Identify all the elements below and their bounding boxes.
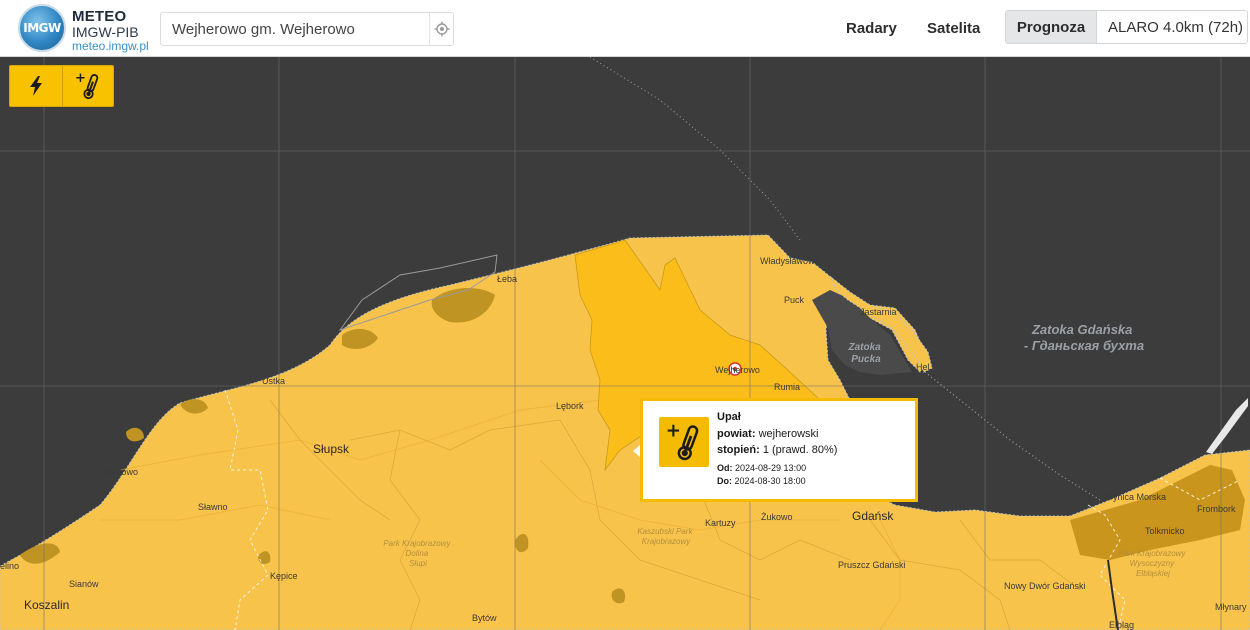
place-bytow: Bytów — [472, 613, 497, 623]
place-ustka: Ustka — [262, 376, 285, 386]
place-pruszcz-gdanski: Pruszcz Gdański — [838, 560, 906, 570]
brand-url: meteo.imgw.pl — [72, 39, 149, 53]
svg-text:+: + — [75, 71, 86, 86]
popup-stopien-label: stopień: — [717, 444, 760, 456]
place-slawno: Sławno — [198, 502, 228, 512]
crosshair-icon — [434, 21, 449, 37]
place-wejherowo: Wejherowo — [715, 365, 760, 375]
place-krynica-morska: Krynica Morska — [1104, 492, 1166, 502]
heat-warning-button[interactable]: + — [61, 66, 114, 106]
place-puck: Puck — [784, 295, 805, 305]
place-sianow: Sianów — [69, 579, 99, 589]
location-search — [160, 12, 454, 46]
place-zukowo: Żukowo — [761, 512, 793, 522]
nav-prognoza[interactable]: Prognoza — [1005, 10, 1097, 44]
sea-label-zatoka-pucka: Zatoka Pucka — [847, 342, 883, 365]
location-search-input[interactable] — [161, 13, 421, 45]
place-frombork: Frombork — [1197, 504, 1236, 514]
park-label-kaszubski: Kaszubski Park Krajobrazowy — [637, 527, 694, 546]
popup-title: Upał — [717, 411, 741, 423]
warning-type-toggle: + — [9, 65, 114, 107]
app: Łeba Władysławowo Puck Jastarnia Hel Wej… — [0, 0, 1250, 630]
place-elblag: Elbląg — [1109, 620, 1134, 630]
place-elino: elino — [0, 561, 19, 571]
place-mlynary: Młynary — [1215, 602, 1247, 612]
place-slupsk: Słupsk — [313, 442, 350, 456]
place-darlowo: Darłowo — [105, 467, 138, 477]
place-hel: Hel — [916, 362, 930, 372]
popup-powiat-label: powiat: — [717, 427, 756, 440]
map[interactable]: Łeba Władysławowo Puck Jastarnia Hel Wej… — [0, 0, 1250, 630]
nav-radary[interactable]: Radary — [846, 20, 897, 37]
svg-text:+: + — [666, 421, 681, 441]
top-bar: IMGW METEO IMGW-PIB meteo.imgw.pl Radary… — [0, 0, 1250, 57]
popup-stopien: stopień: 1 (prawd. 80%) — [717, 442, 837, 459]
popup-dates: Od: 2024-08-29 13:00 Do: 2024-08-30 18:0… — [717, 462, 837, 488]
logo-text: IMGW — [23, 21, 61, 35]
place-lebork: Lębork — [556, 401, 584, 411]
nav-satelita[interactable]: Satelita — [927, 20, 980, 37]
place-koszalin: Koszalin — [24, 598, 69, 612]
warning-popup[interactable]: + Upał powiat: wejherowski stopień: 1 (p… — [633, 398, 918, 502]
popup-arrow — [633, 445, 640, 457]
popup-to-value: 2024-08-30 18:00 — [734, 475, 806, 486]
heat-thermometer-icon: + — [666, 421, 699, 461]
place-nowy-dwor-gdanski: Nowy Dwór Gdański — [1004, 581, 1086, 591]
popup-icon-box: + — [659, 417, 709, 467]
brand-subtitle: IMGW-PIB — [72, 24, 139, 40]
brand-title: METEO — [72, 8, 127, 25]
place-kepice: Kępice — [270, 571, 298, 581]
model-selector[interactable]: ALARO 4.0km (72h) — [1096, 10, 1248, 44]
popup-content: Upał powiat: wejherowski stopień: 1 (pra… — [717, 409, 837, 488]
sea-label-zatoka-gdanska: Zatoka Gdańska - Гданьская бухта — [1024, 322, 1144, 353]
imgw-logo[interactable]: IMGW — [18, 4, 66, 52]
place-jastarnia: Jastarnia — [860, 307, 897, 317]
place-kartuzy: Kartuzy — [705, 518, 736, 528]
heat-thermometer-icon: + — [75, 71, 99, 100]
place-wladyslawowo: Władysławowo — [760, 256, 820, 266]
place-tolkmicko: Tolkmicko — [1145, 526, 1185, 536]
place-gdansk: Gdańsk — [852, 509, 894, 523]
popup-stopien-value: 1 (prawd. 80%) — [762, 444, 838, 456]
place-rumia: Rumia — [774, 382, 800, 392]
storm-warning-button[interactable] — [10, 66, 62, 106]
locate-me-button[interactable] — [429, 13, 453, 45]
popup-from-label: Od: — [717, 462, 733, 473]
place-leba: Łeba — [497, 274, 517, 284]
popup-from: Od: 2024-08-29 13:00 — [717, 462, 837, 475]
popup-powiat-value: wejherowski — [758, 427, 819, 440]
popup-from-value: 2024-08-29 13:00 — [735, 462, 807, 473]
popup-powiat: powiat: wejherowski — [717, 426, 837, 443]
popup-to-label: Do: — [717, 475, 732, 486]
brand[interactable]: METEO IMGW-PIB meteo.imgw.pl — [72, 9, 149, 52]
lightning-icon — [29, 76, 42, 96]
popup-to: Do: 2024-08-30 18:00 — [717, 475, 837, 488]
